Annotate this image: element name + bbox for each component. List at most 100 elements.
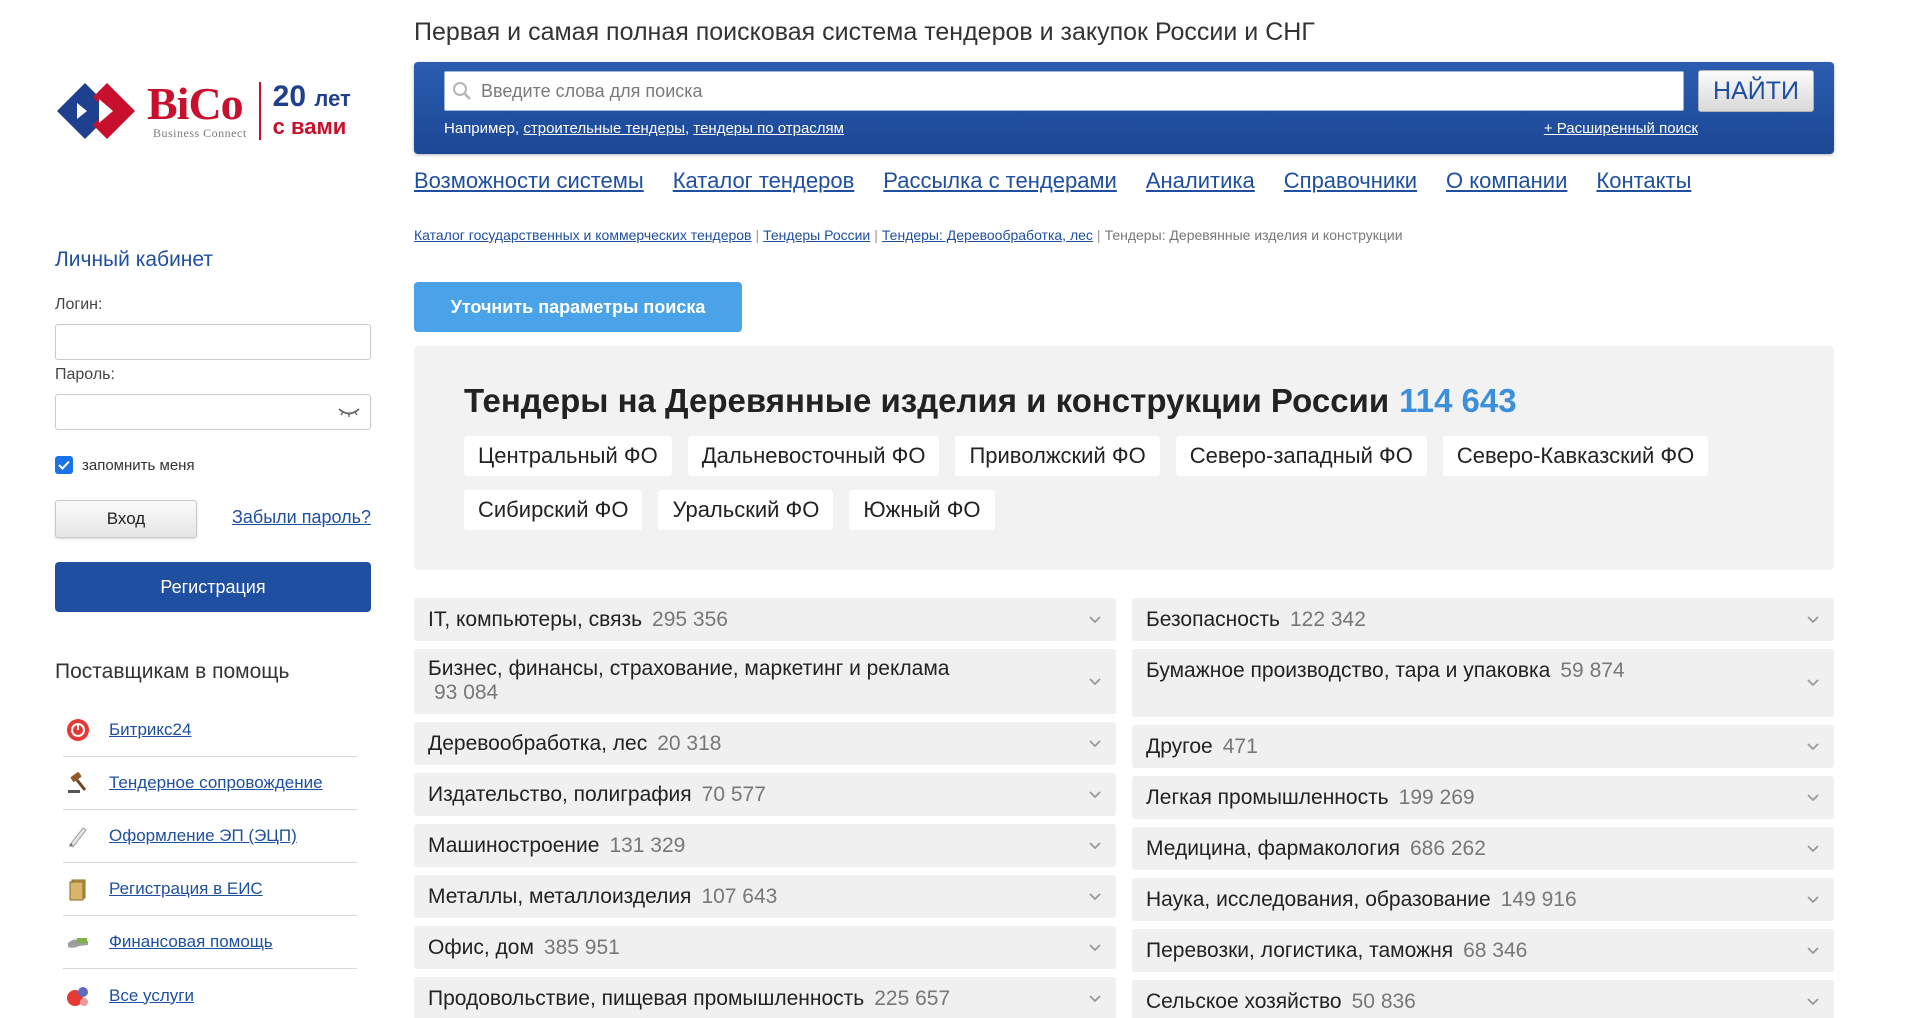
category-column-left: IT, компьютеры, связь 295 356 Бизнес, фин… bbox=[414, 598, 1116, 1018]
search-hint: Например, строительные тендеры, тендеры … bbox=[444, 120, 844, 137]
login-button[interactable]: Вход bbox=[55, 500, 197, 538]
region-tag[interactable]: Северо-западный ФО bbox=[1175, 436, 1427, 476]
help-link-eis[interactable]: Регистрация в ЕИС bbox=[109, 879, 263, 899]
category-item[interactable]: Бизнес, финансы, страхование, маркетинг … bbox=[414, 649, 1116, 714]
nav-about[interactable]: О компании bbox=[1446, 168, 1567, 194]
forgot-password-link[interactable]: Забыли пароль? bbox=[232, 507, 371, 528]
category-item[interactable]: Сельское хозяйство 50 836 bbox=[1132, 980, 1834, 1018]
help-item-all-services[interactable]: Все услуги bbox=[63, 969, 357, 1018]
category-item[interactable]: Наука, исследования, образование 149 916 bbox=[1132, 878, 1834, 921]
search-input[interactable] bbox=[481, 80, 1581, 102]
cabinet-title: Личный кабинет bbox=[55, 248, 213, 271]
category-item[interactable]: Легкая промышленность 199 269 bbox=[1132, 776, 1834, 819]
chevron-down-icon bbox=[1807, 997, 1819, 1005]
chevron-down-icon bbox=[1089, 841, 1101, 849]
help-item-bitrix[interactable]: Битрикс24 bbox=[63, 704, 357, 757]
document-icon bbox=[63, 874, 93, 904]
register-button[interactable]: Регистрация bbox=[55, 562, 371, 612]
chevron-down-icon bbox=[1089, 790, 1101, 798]
region-tags: Центральный ФО Дальневосточный ФО Привол… bbox=[464, 436, 1794, 544]
chevron-down-icon bbox=[1089, 739, 1101, 747]
search-button[interactable]: НАЙТИ bbox=[1698, 70, 1814, 112]
region-tag[interactable]: Уральский ФО bbox=[658, 490, 834, 530]
category-item[interactable]: Офис, дом 385 951 bbox=[414, 926, 1116, 969]
region-panel: Тендеры на Деревянные изделия и конструк… bbox=[414, 346, 1834, 570]
hint-link-construction[interactable]: строительные тендеры bbox=[523, 120, 685, 137]
help-list: Битрикс24 Тендерное сопровождение Оформл… bbox=[63, 704, 357, 1018]
remember-me[interactable]: запомнить меня bbox=[55, 456, 195, 474]
chevron-down-icon bbox=[1807, 793, 1819, 801]
chevron-down-icon bbox=[1807, 895, 1819, 903]
gavel-icon bbox=[63, 768, 93, 798]
region-tag[interactable]: Приволжский ФО bbox=[955, 436, 1160, 476]
breadcrumb-link[interactable]: Тендеры России bbox=[763, 227, 870, 243]
login-label: Логин: bbox=[55, 296, 103, 313]
category-item[interactable]: Продовольствие, пищевая промышленность 22… bbox=[414, 977, 1116, 1018]
category-item[interactable]: Медицина, фармакология 686 262 bbox=[1132, 827, 1834, 870]
chevron-down-icon bbox=[1807, 742, 1819, 750]
category-item[interactable]: Металлы, металлоизделия 107 643 bbox=[414, 875, 1116, 918]
help-link-all-services[interactable]: Все услуги bbox=[109, 986, 194, 1006]
advanced-search-link[interactable]: + Расширенный поиск bbox=[1544, 120, 1698, 137]
category-item[interactable]: IT, компьютеры, связь 295 356 bbox=[414, 598, 1116, 641]
category-column-right: Безопасность 122 342 Бумажное производств… bbox=[1132, 598, 1834, 1018]
logo[interactable]: BiCo Business Connect 20 лет с вами bbox=[55, 76, 371, 146]
category-item[interactable]: Перевозки, логистика, таможня 68 346 bbox=[1132, 929, 1834, 972]
chevron-down-icon bbox=[1089, 892, 1101, 900]
region-tag[interactable]: Южный ФО bbox=[849, 490, 995, 530]
help-link-tender-support[interactable]: Тендерное сопровождение bbox=[109, 773, 323, 793]
category-item[interactable]: Машиностроение 131 329 bbox=[414, 824, 1116, 867]
search-field[interactable] bbox=[444, 71, 1684, 111]
help-title: Поставщикам в помощь bbox=[55, 660, 290, 683]
region-tag[interactable]: Дальневосточный ФО bbox=[687, 436, 940, 476]
help-link-bitrix[interactable]: Битрикс24 bbox=[109, 720, 191, 740]
help-item-ep[interactable]: Оформление ЭП (ЭЦП) bbox=[63, 810, 357, 863]
nav-features[interactable]: Возможности системы bbox=[414, 168, 644, 194]
bico-logo-icon bbox=[55, 81, 145, 141]
category-item[interactable]: Другое 471 bbox=[1132, 725, 1834, 768]
pen-icon bbox=[63, 821, 93, 851]
tagline: Первая и самая полная поисковая система … bbox=[414, 18, 1315, 46]
help-item-eis[interactable]: Регистрация в ЕИС bbox=[63, 863, 357, 916]
logo-subtitle: Business Connect bbox=[153, 125, 247, 140]
category-item[interactable]: Издательство, полиграфия 70 577 bbox=[414, 773, 1116, 816]
hint-link-industries[interactable]: тендеры по отраслям bbox=[693, 120, 844, 137]
category-item[interactable]: Бумажное производство, тара и упаковка 59… bbox=[1132, 649, 1834, 717]
nav-analytics[interactable]: Аналитика bbox=[1146, 168, 1255, 194]
tender-count: 114 643 bbox=[1399, 382, 1517, 419]
search-icon bbox=[453, 82, 471, 100]
chevron-down-icon bbox=[1807, 844, 1819, 852]
help-link-finance[interactable]: Финансовая помощь bbox=[109, 932, 273, 952]
nav-catalog[interactable]: Каталог тендеров bbox=[673, 168, 855, 194]
help-item-finance[interactable]: Финансовая помощь bbox=[63, 916, 357, 969]
refine-search-button[interactable]: Уточнить параметры поиска bbox=[414, 282, 742, 332]
services-icon bbox=[63, 981, 93, 1011]
chevron-down-icon bbox=[1089, 994, 1101, 1002]
help-link-ep[interactable]: Оформление ЭП (ЭЦП) bbox=[109, 826, 297, 846]
login-field[interactable] bbox=[55, 324, 371, 360]
breadcrumb: Каталог государственных и коммерческих т… bbox=[414, 227, 1403, 243]
logo-years: 20 лет с вами bbox=[272, 80, 351, 140]
nav-contacts[interactable]: Контакты bbox=[1596, 168, 1691, 194]
breadcrumb-link[interactable]: Каталог государственных и коммерческих т… bbox=[414, 227, 751, 243]
chevron-down-icon bbox=[1089, 677, 1101, 685]
bitrix-icon bbox=[63, 715, 93, 745]
password-field[interactable] bbox=[55, 394, 371, 430]
chevron-down-icon bbox=[1807, 679, 1819, 687]
category-item[interactable]: Безопасность 122 342 bbox=[1132, 598, 1834, 641]
remember-checkbox[interactable] bbox=[55, 456, 73, 474]
logo-divider bbox=[258, 82, 261, 140]
category-item[interactable]: Деревообработка, лес 20 318 bbox=[414, 722, 1116, 765]
help-item-tender-support[interactable]: Тендерное сопровождение bbox=[63, 757, 357, 810]
region-tag[interactable]: Северо-Кавказский ФО bbox=[1442, 436, 1709, 476]
chevron-down-icon bbox=[1807, 615, 1819, 623]
region-tag[interactable]: Сибирский ФО bbox=[464, 490, 643, 530]
show-password-icon[interactable] bbox=[338, 406, 360, 418]
main-nav: Возможности системы Каталог тендеров Рас… bbox=[414, 168, 1720, 194]
region-tag[interactable]: Центральный ФО bbox=[464, 436, 672, 476]
nav-references[interactable]: Справочники bbox=[1284, 168, 1417, 194]
nav-mailing[interactable]: Рассылка с тендерами bbox=[883, 168, 1117, 194]
breadcrumb-link[interactable]: Тендеры: Деревообработка, лес bbox=[882, 227, 1093, 243]
remember-label: запомнить меня bbox=[82, 456, 195, 474]
breadcrumb-current: Тендеры: Деревянные изделия и конструкци… bbox=[1104, 227, 1403, 243]
